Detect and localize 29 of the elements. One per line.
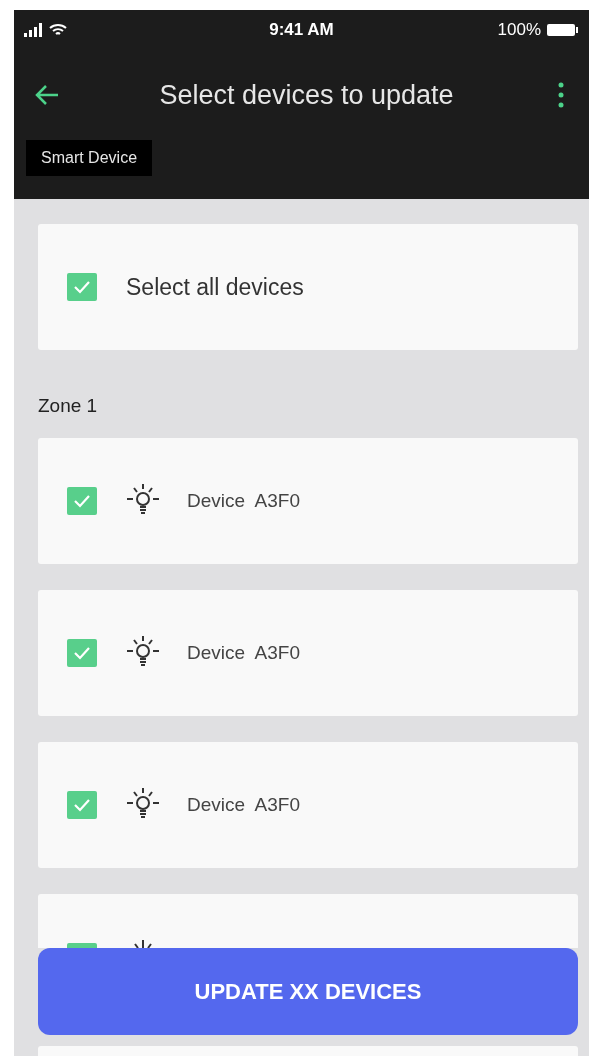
checkmark-icon — [72, 493, 92, 509]
checkmark-icon — [72, 645, 92, 661]
device-card[interactable]: Device A3F0 — [38, 438, 578, 564]
back-arrow-icon — [34, 84, 60, 106]
battery-percentage: 100% — [497, 19, 541, 42]
smart-device-tab[interactable]: Smart Device — [26, 140, 153, 176]
device-card[interactable]: Device A3F0 — [38, 590, 578, 716]
signal-icon — [24, 23, 44, 37]
battery-icon — [547, 23, 579, 37]
checkmark-icon — [72, 279, 92, 295]
wifi-icon — [48, 22, 68, 38]
checkbox[interactable] — [67, 943, 97, 948]
checkbox[interactable] — [67, 639, 97, 667]
checkbox[interactable] — [67, 273, 97, 301]
device-name: Device A3F0 — [187, 640, 300, 665]
select-all-label: Select all devices — [126, 272, 304, 302]
device-card[interactable]: Device A3F0 — [38, 742, 578, 868]
status-time: 9:41 AM — [269, 19, 334, 42]
device-name: Device A3F0 — [187, 792, 300, 817]
checkbox[interactable] — [67, 791, 97, 819]
device-name: Device A3F0 — [187, 488, 300, 513]
update-devices-button[interactable]: UPDATE XX DEVICES — [38, 948, 578, 1035]
screen-title: Select devices to update — [158, 78, 455, 112]
checkmark-icon — [72, 797, 92, 813]
more-options-icon — [558, 82, 564, 108]
select-all-card[interactable]: Select all devices — [38, 224, 578, 350]
checkbox[interactable] — [67, 487, 97, 515]
device-card[interactable] — [38, 894, 578, 948]
zone-heading: Zone 1 — [38, 393, 98, 418]
